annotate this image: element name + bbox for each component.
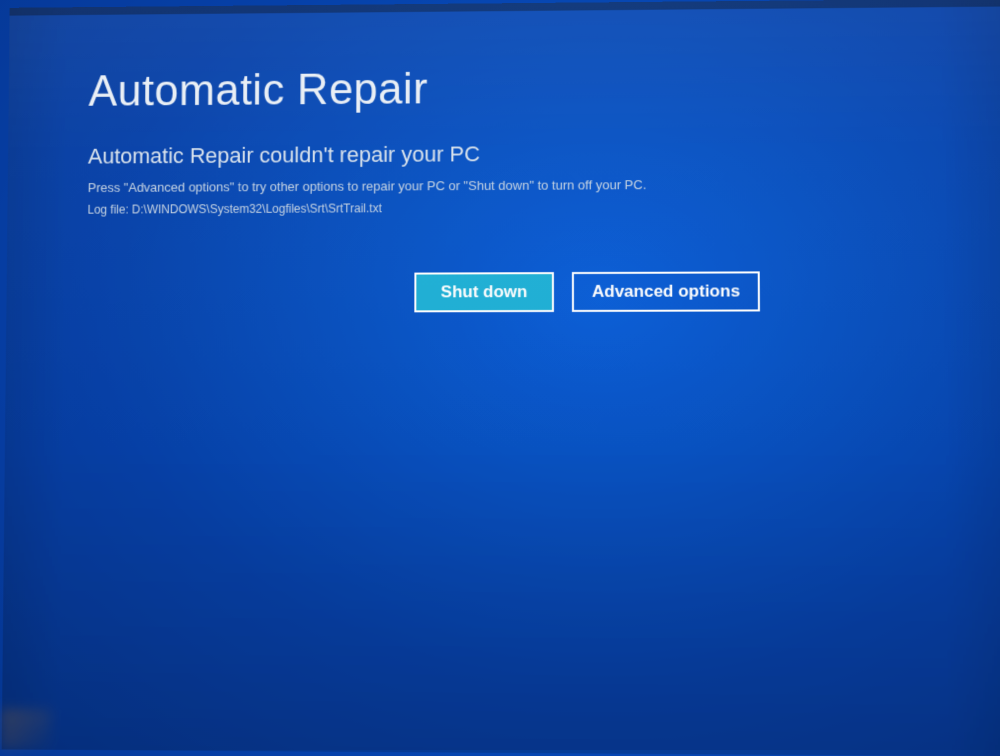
button-row: Shut down Advanced options — [414, 271, 943, 313]
error-subtitle: Automatic Repair couldn't repair your PC — [88, 139, 942, 170]
shutdown-button[interactable]: Shut down — [414, 272, 554, 312]
instruction-text: Press "Advanced options" to try other op… — [88, 175, 943, 198]
corner-shadow — [2, 709, 52, 750]
content-area: Automatic Repair Automatic Repair couldn… — [87, 61, 944, 314]
logfile-path: Log file: D:\WINDOWS\System32\Logfiles\S… — [87, 199, 942, 217]
advanced-options-button[interactable]: Advanced options — [572, 272, 760, 313]
top-edge — [10, 0, 1000, 16]
recovery-screen: Automatic Repair Automatic Repair couldn… — [2, 0, 1000, 756]
page-title: Automatic Repair — [88, 61, 941, 117]
